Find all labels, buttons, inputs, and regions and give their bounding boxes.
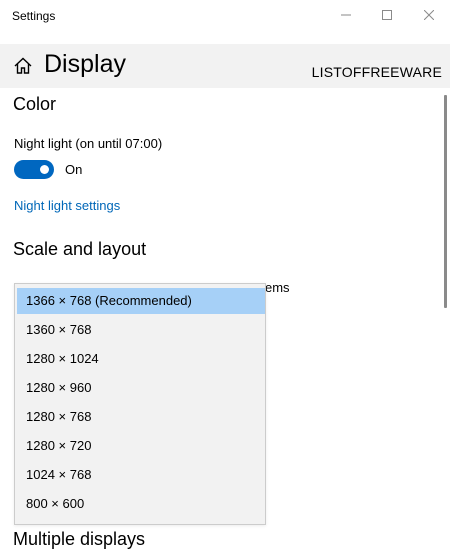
home-icon[interactable] — [13, 56, 33, 76]
partially-hidden-text: ems — [265, 280, 290, 295]
minimize-button[interactable] — [325, 0, 367, 30]
title-bar: Settings — [0, 0, 450, 32]
toggle-knob — [40, 165, 49, 174]
vertical-scrollbar[interactable] — [444, 95, 447, 308]
night-light-label: Night light (on until 07:00) — [14, 136, 163, 151]
maximize-icon — [382, 10, 392, 20]
resolution-option[interactable]: 1280 × 1024 — [17, 346, 265, 372]
toggle-state-label: On — [65, 162, 83, 177]
page-title: Display — [44, 50, 126, 78]
resolution-option[interactable]: 1360 × 768 — [17, 317, 265, 343]
color-section-title: Color — [13, 94, 57, 114]
resolution-dropdown[interactable]: 1366 × 768 (Recommended) 1360 × 768 1280… — [14, 283, 266, 525]
multiple-displays-title: Multiple displays — [13, 529, 146, 549]
night-light-toggle[interactable] — [14, 160, 54, 179]
window-title: Settings — [12, 9, 56, 23]
maximize-button[interactable] — [366, 0, 408, 30]
page-header: Display LISTOFFREEWARE — [0, 44, 450, 88]
resolution-option[interactable]: 1280 × 960 — [17, 375, 265, 401]
minimize-icon — [341, 14, 351, 16]
close-icon — [424, 10, 434, 20]
resolution-option[interactable]: 1280 × 768 — [17, 404, 265, 430]
resolution-option[interactable]: 1280 × 720 — [17, 433, 265, 459]
close-button[interactable] — [408, 0, 450, 30]
night-light-settings-link[interactable]: Night light settings — [14, 198, 120, 213]
watermark-text: LISTOFFREEWARE — [311, 64, 442, 80]
resolution-option[interactable]: 1024 × 768 — [17, 462, 265, 488]
resolution-option[interactable]: 800 × 600 — [17, 491, 265, 517]
settings-window: Settings Display LISTOFFREEWARE Color Ni… — [0, 0, 450, 549]
resolution-option[interactable]: 1366 × 768 (Recommended) — [17, 288, 265, 314]
scale-section-title: Scale and layout — [13, 239, 147, 259]
